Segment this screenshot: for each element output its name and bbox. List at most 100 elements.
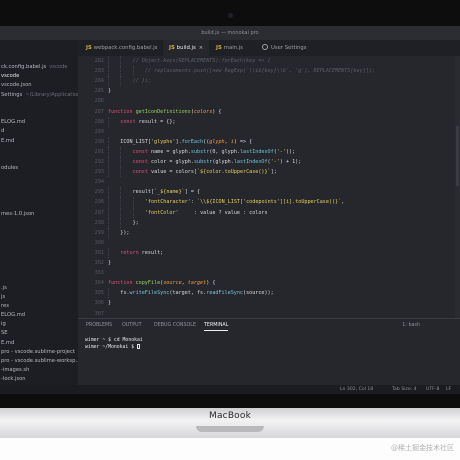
sidebar-item[interactable] [0,109,78,118]
sidebar-item[interactable] [0,219,78,228]
line-number: 307 [94,310,104,317]
code-line: 292 const color = glyph.substr(glyph.last… [78,157,460,168]
sidebar-item[interactable]: ck.config.babel.js vscode [0,63,78,72]
line-number: 292 [94,159,104,165]
code-text: result[`_${name}`] = { [133,187,200,197]
sidebar-item[interactable]: E.md [0,137,78,146]
sidebar-item[interactable]: vscode.json [0,81,78,90]
sidebar-item[interactable]: .js [0,284,78,293]
line-ending[interactable]: LF [446,385,451,394]
sidebar-item[interactable] [0,146,78,155]
code-token: ) { [206,280,216,287]
sidebar-item[interactable]: E.md [0,339,78,348]
terminal-line: wimer ~/Monokai $ [85,345,137,350]
code-token: getIconDefinitions [135,108,191,115]
tab-build-js[interactable]: JS build.js × [163,40,210,56]
indent-guide [108,288,109,299]
line-number: 299 [94,229,104,236]
sidebar-item[interactable]: pro - vscode.sublime-project [0,348,78,357]
code-editor[interactable]: 282 // Object.keys(REPLACEMENTS).forEach(… [78,56,460,318]
file-explorer[interactable]: ck.config.babel.js vscode vscode vscode.jso… [0,40,78,392]
tab-output[interactable]: OUTPUT [122,321,142,331]
tab-label: build.js [176,45,196,51]
sidebar-item[interactable] [0,247,78,256]
encoding[interactable]: UTF-8 [426,385,439,394]
sidebar-item[interactable]: js [0,293,78,302]
sidebar-item[interactable] [0,155,78,164]
sidebar-item-label: ck.config.babel.js [1,64,47,70]
terminal-cursor [136,344,140,349]
code-text: function getIconDefinitions(colors) { [108,107,222,117]
terminal-output[interactable]: wimer ~ $ cd Monokai wimer ~/Monokai $ [85,337,143,351]
code-token: (0, glyph. [209,148,240,155]
sidebar-item[interactable] [0,256,78,265]
tab-main-js[interactable]: JS main.js [212,40,247,56]
sidebar-item[interactable] [0,274,78,283]
watermark: @稀土掘金技术社区 [391,444,454,452]
line-number: 286 [94,98,104,105]
js-file-icon: JS [169,45,175,51]
sidebar-item-label: d [1,128,5,135]
sidebar-item[interactable]: d [0,127,78,136]
indent-guide [120,56,122,67]
code-line: 307 [78,309,460,319]
indent-guide [120,146,122,157]
sidebar-item[interactable]: -images.sh [0,366,78,375]
sidebar-item[interactable] [0,228,78,237]
sidebar-item[interactable]: pro - vscode.sublime-worksp... [0,357,78,366]
sidebar-item[interactable] [0,265,78,274]
sidebar-item[interactable]: odules [0,164,78,173]
sidebar-item[interactable] [0,173,78,182]
tab-terminal[interactable]: TERMINAL [204,321,229,331]
tab-problems[interactable]: PROBLEMS [86,321,112,331]
tab-size[interactable]: Tab Size: 4 [392,385,417,394]
sidebar-item-label: res [1,302,9,309]
code-text: // Object.keys(REPLACEMENTS).forEach(key… [133,56,271,66]
code-token: name = glyph. [151,148,191,155]
line-number: 293 [94,169,104,176]
sidebar-item[interactable]: -lock.json [0,375,78,384]
settings-icon [262,44,268,50]
code-line: 294 [78,177,460,187]
code-token: color = glyph. [151,159,194,165]
terminal-line: wimer ~ $ cd Monokai [85,338,143,343]
cursor-position[interactable]: Ln 302, Col 18 [340,385,373,394]
sidebar-item[interactable] [0,182,78,191]
line-number: 282 [94,58,104,64]
sidebar-item[interactable]: ELOG.md [0,311,78,320]
sidebar-item[interactable]: ELOG.md [0,118,78,127]
code-token: result = {}; [138,118,176,125]
sidebar-item[interactable]: vscode [0,72,78,81]
sidebar-item[interactable] [0,100,78,109]
sidebar-item-path: vscode [49,64,68,70]
code-text: } [108,86,111,96]
sidebar-item[interactable]: mes-1.0.json [0,210,78,219]
indent-guide [120,157,122,168]
editor-tabs: JS webpack.config.babel.js JS build.js × JS… [78,40,460,56]
code-text: return result; [120,248,163,258]
code-token: } [108,300,112,307]
sidebar-item-label: pro - vscode.sublime-project [1,348,75,355]
code-token: ]; [270,169,277,176]
indent-guide [108,207,109,218]
sidebar-item-label: SE [1,330,8,337]
terminal-shell-select[interactable]: 1: bash [402,321,420,331]
code-line: 289 [78,127,460,137]
code-text: const name = glyph.substr(0, glyph.lastI… [133,147,296,157]
indent-guide [120,197,122,208]
indent-guide [132,197,134,208]
sidebar-item[interactable] [0,192,78,201]
sidebar-item[interactable]: SE [0,329,78,338]
code-line: 290 ICON_LIST['glyphs'].forEach((glyph, i… [78,136,460,147]
tab-user-settings[interactable]: User Settings [258,40,310,56]
sidebar-item[interactable]: ig [0,320,78,329]
sidebar-item[interactable]: res [0,302,78,311]
tab-label: webpack.config.babel.js [93,45,158,51]
sidebar-item[interactable]: Settings~/Library/Application Su... [0,91,78,100]
sidebar-item[interactable] [0,201,78,210]
tab-debug-console[interactable]: DEBUG CONSOLE [154,321,196,331]
tab-webpack-config[interactable]: JS webpack.config.babel.js [82,40,162,56]
line-number: 291 [94,148,104,155]
sidebar-item[interactable] [0,238,78,247]
close-icon[interactable]: × [199,45,203,51]
